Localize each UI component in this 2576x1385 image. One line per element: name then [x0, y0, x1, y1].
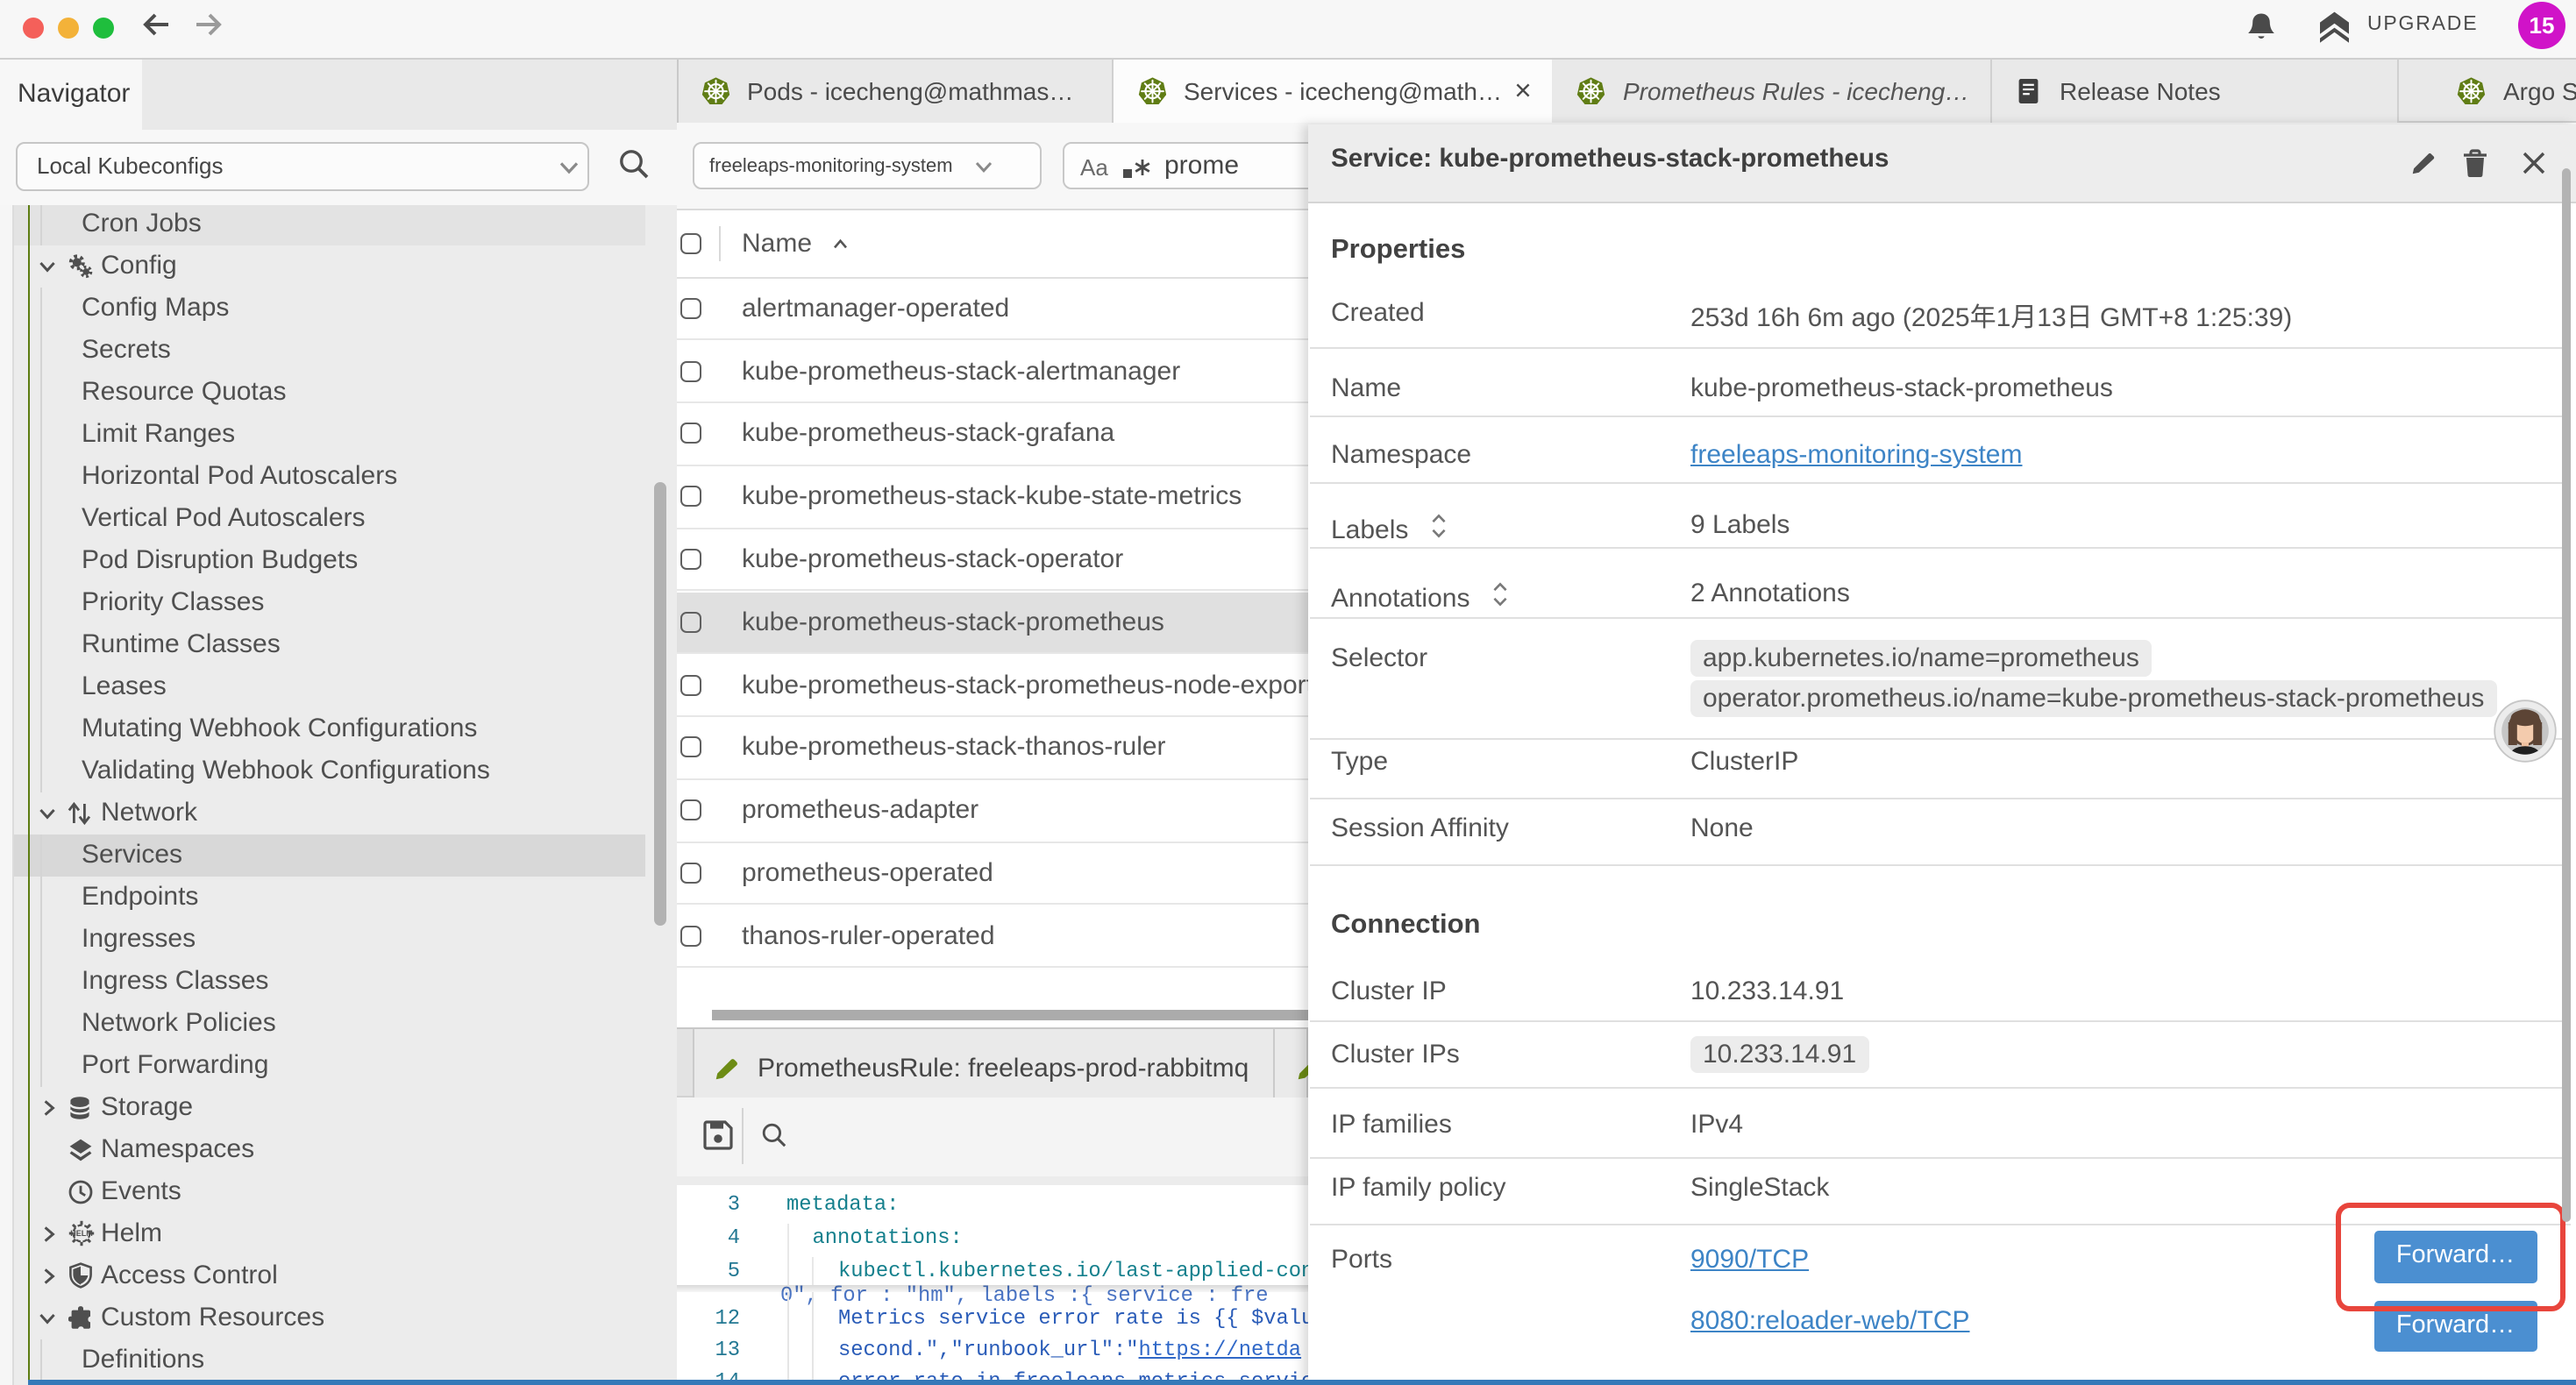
svg-text:HELM: HELM	[69, 1229, 92, 1238]
